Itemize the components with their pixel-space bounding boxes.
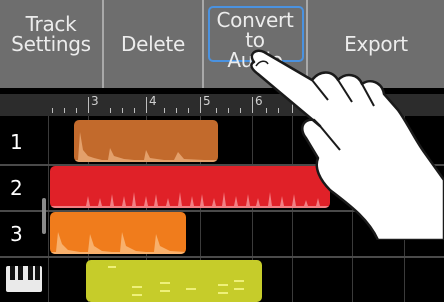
delete-button[interactable]: Delete [104, 0, 204, 88]
ruler-tick [122, 108, 123, 113]
ruler-tick [176, 108, 177, 113]
ruler-tick [110, 108, 111, 113]
vertical-scrollbar[interactable] [42, 198, 46, 234]
ruler-tick [134, 108, 135, 113]
ruler-tick [188, 108, 189, 113]
ruler-tick [52, 108, 53, 113]
pointing-hand-icon [250, 49, 444, 240]
track-divider [0, 256, 444, 258]
bar-number: 3 [91, 94, 99, 108]
waveform [50, 232, 186, 254]
piano-black-key [28, 266, 33, 280]
ruler-tick [164, 108, 165, 113]
ruler-bar-line [200, 97, 201, 113]
ruler-bar-line [88, 97, 89, 113]
midi-notes [108, 266, 244, 296]
bar-number: 5 [203, 94, 211, 108]
ruler-tick [216, 108, 217, 113]
ruler-tick [64, 108, 65, 113]
ruler-tick [76, 108, 77, 113]
piano-black-key [18, 266, 23, 280]
waveform [74, 132, 218, 162]
audio-region-track-3[interactable] [50, 212, 186, 254]
midi-region[interactable] [86, 260, 262, 302]
piano-black-key [35, 266, 40, 280]
track-number[interactable]: 2 [10, 176, 38, 200]
track-number[interactable]: 3 [10, 222, 38, 246]
bar-number: 4 [149, 94, 157, 108]
audio-region-track-1[interactable] [74, 120, 218, 162]
ruler-bar-line [146, 97, 147, 113]
track-settings-button[interactable]: Track Settings [0, 0, 104, 88]
device-screen: Track Settings Delete Convert to Audio E… [0, 0, 444, 302]
grid-line [48, 116, 49, 302]
piano-black-key [10, 266, 15, 280]
track-number[interactable]: 1 [10, 130, 38, 154]
piano-keyboard-icon[interactable] [6, 266, 42, 292]
